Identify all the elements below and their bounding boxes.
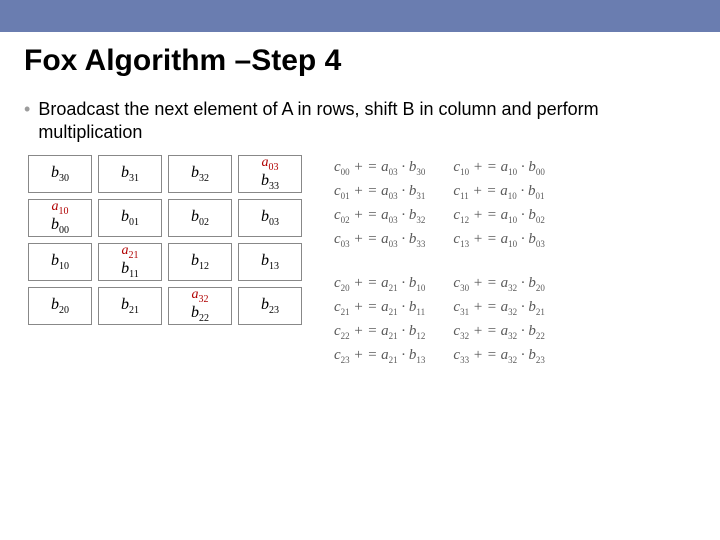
slide-accent-bar bbox=[0, 0, 720, 32]
matrix-cell: a10b00 bbox=[28, 199, 92, 237]
equation: c31 + = a32 · b21 bbox=[453, 299, 544, 317]
equations: c00 + = a03 · b30 c10 + = a10 · b00 c01 + … bbox=[334, 155, 545, 365]
equation: c11 + = a10 · b01 bbox=[453, 183, 544, 201]
matrix-cell: b03 bbox=[238, 199, 302, 237]
matrix-cell: b30 bbox=[28, 155, 92, 193]
equation: c00 + = a03 · b30 bbox=[334, 159, 425, 177]
equation: c10 + = a10 · b00 bbox=[453, 159, 544, 177]
matrix-cell: a32b22 bbox=[168, 287, 232, 325]
matrix-cell: b23 bbox=[238, 287, 302, 325]
matrix-cell: b13 bbox=[238, 243, 302, 281]
matrix-cell: b21 bbox=[98, 287, 162, 325]
matrix-cell: b10 bbox=[28, 243, 92, 281]
equation: c32 + = a32 · b22 bbox=[453, 323, 544, 341]
equation: c02 + = a03 · b32 bbox=[334, 207, 425, 225]
matrix-cell: b31 bbox=[98, 155, 162, 193]
equation: c03 + = a03 · b33 bbox=[334, 231, 425, 249]
bullet-text: Broadcast the next element of A in rows,… bbox=[38, 98, 696, 143]
equation: c01 + = a03 · b31 bbox=[334, 183, 425, 201]
matrix-cell: b02 bbox=[168, 199, 232, 237]
equation: c23 + = a21 · b13 bbox=[334, 347, 425, 365]
equation: c30 + = a32 · b20 bbox=[453, 275, 544, 293]
matrix-cell: b20 bbox=[28, 287, 92, 325]
equation: c13 + = a10 · b03 bbox=[453, 231, 544, 249]
slide-title: Fox Algorithm –Step 4 bbox=[24, 44, 696, 78]
matrix-cell: b01 bbox=[98, 199, 162, 237]
matrix-cell: b32 bbox=[168, 155, 232, 193]
matrix-grid: b30b31b32a03b33a10b00b01b02b03b10a21b11b… bbox=[28, 155, 302, 365]
matrix-cell: b12 bbox=[168, 243, 232, 281]
slide-content: Fox Algorithm –Step 4 • Broadcast the ne… bbox=[0, 32, 720, 365]
equation: c22 + = a21 · b12 bbox=[334, 323, 425, 341]
bullet-icon: • bbox=[24, 98, 30, 121]
equation: c33 + = a32 · b23 bbox=[453, 347, 544, 365]
equation: c12 + = a10 · b02 bbox=[453, 207, 544, 225]
matrix-cell: a03b33 bbox=[238, 155, 302, 193]
equation: c21 + = a21 · b11 bbox=[334, 299, 425, 317]
equation: c20 + = a21 · b10 bbox=[334, 275, 425, 293]
matrix-cell: a21b11 bbox=[98, 243, 162, 281]
bullet-item: • Broadcast the next element of A in row… bbox=[24, 98, 696, 143]
